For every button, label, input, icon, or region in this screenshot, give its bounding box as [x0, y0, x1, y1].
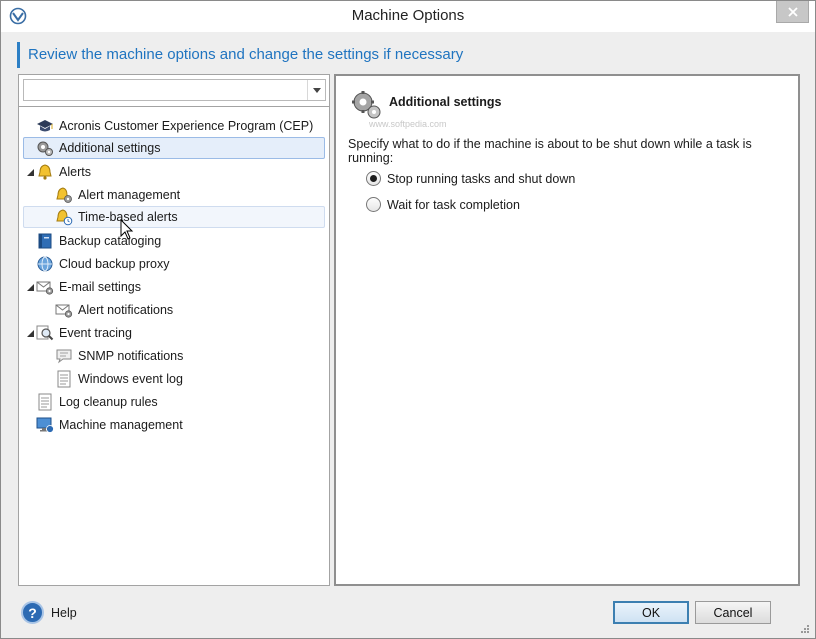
tree-item-alerts[interactable]: Alerts — [36, 161, 91, 183]
chevron-down-icon — [312, 87, 321, 93]
tree-item-cep[interactable]: Acronis Customer Experience Program (CEP… — [36, 115, 313, 137]
resize-grip-icon[interactable] — [799, 623, 809, 633]
tree-item-label: Windows event log — [78, 372, 183, 386]
detail-description: Specify what to do if the machine is abo… — [348, 137, 752, 165]
graduation-cap-icon — [37, 120, 53, 132]
detail-title: Additional settings — [389, 95, 502, 109]
filter-combobox[interactable] — [23, 79, 326, 101]
gears-icon — [352, 91, 381, 119]
tree-item-label: Backup cataloging — [59, 234, 162, 248]
tree-item-label: SNMP notifications — [78, 349, 184, 363]
gears-icon — [37, 141, 53, 156]
machine-options-window: Machine Options Review the machine optio… — [0, 0, 816, 639]
magnifier-icon — [36, 325, 54, 341]
mouse-cursor-icon — [120, 219, 134, 240]
radio-button-unchecked[interactable] — [366, 197, 381, 212]
option-stop-tasks[interactable]: Stop running tasks and shut down — [366, 171, 575, 186]
expand-toggle-email-settings[interactable] — [25, 282, 35, 292]
tree-item-alert-management[interactable]: Alert management — [55, 184, 180, 206]
help-link[interactable]: ? Help — [21, 601, 77, 624]
tree-item-backup-cataloging[interactable]: Backup cataloging — [36, 230, 161, 252]
expand-toggle-event-tracing[interactable] — [25, 328, 35, 338]
tree-item-label: Alert management — [78, 188, 181, 202]
ok-button[interactable]: OK — [613, 601, 689, 624]
tree-item-additional-settings[interactable]: Additional settings — [23, 137, 325, 159]
page-title: Review the machine options and change th… — [28, 46, 464, 63]
tree-item-windows-event-log[interactable]: Windows event log — [55, 368, 183, 390]
monitor-icon — [36, 417, 54, 433]
help-icon: ? — [21, 601, 44, 624]
bell-icon — [38, 164, 52, 180]
option-label: Stop running tasks and shut down — [387, 171, 576, 186]
tree-item-label: Event tracing — [59, 326, 132, 340]
options-tree-pane: Acronis Customer Experience Program (CEP… — [18, 74, 330, 586]
option-wait-completion[interactable]: Wait for task completion — [366, 197, 520, 212]
page-header: Review the machine options and change th… — [17, 42, 801, 68]
radio-button-checked[interactable] — [366, 171, 381, 186]
tree-item-machine-management[interactable]: Machine management — [36, 414, 183, 436]
window-title: Machine Options — [351, 7, 465, 24]
catalog-book-icon — [38, 233, 52, 249]
tree-item-label: Cloud backup proxy — [59, 257, 170, 271]
tree-item-label: Acronis Customer Experience Program (CEP… — [59, 119, 314, 133]
log-page-icon — [38, 393, 52, 411]
globe-icon — [37, 256, 53, 272]
tree-item-label: Additional settings — [59, 141, 161, 155]
help-label: Help — [51, 605, 77, 620]
tree-item-log-cleanup-rules[interactable]: Log cleanup rules — [36, 391, 158, 413]
tree-item-label: E-mail settings — [59, 280, 141, 294]
watermark: www.softpedia.com — [369, 119, 447, 129]
log-page-icon — [57, 370, 71, 388]
tree-item-event-tracing[interactable]: Event tracing — [36, 322, 132, 344]
bell-gear-icon — [56, 187, 72, 203]
tree-item-alert-notifications[interactable]: Alert notifications — [55, 299, 173, 321]
triangle-expanded-icon — [26, 168, 34, 176]
tree-item-label: Alert notifications — [78, 303, 174, 317]
speech-bubble-icon — [56, 349, 72, 364]
tree-item-cloud-backup-proxy[interactable]: Cloud backup proxy — [36, 253, 169, 275]
pane-divider — [19, 106, 329, 107]
tree-item-time-based-alerts[interactable]: Time-based alerts — [23, 206, 325, 228]
settings-detail-pane: Additional settings www.softpedia.com Sp… — [334, 74, 800, 586]
dropdown-arrow[interactable] — [307, 80, 325, 100]
envelope-gear-icon — [36, 281, 54, 295]
tree-item-label: Machine management — [59, 418, 183, 432]
tree-item-snmp-notifications[interactable]: SNMP notifications — [55, 345, 183, 367]
close-button[interactable] — [776, 1, 809, 23]
expand-toggle-alerts[interactable] — [25, 167, 35, 177]
option-label: Wait for task completion — [387, 197, 520, 212]
tree-item-email-settings[interactable]: E-mail settings — [36, 276, 141, 298]
tree-item-label: Log cleanup rules — [59, 395, 158, 409]
cancel-button[interactable]: Cancel — [695, 601, 771, 624]
tree-item-label: Alerts — [59, 165, 91, 179]
envelope-gear-icon — [55, 304, 73, 318]
triangle-expanded-icon — [26, 329, 34, 337]
bell-clock-icon — [56, 209, 73, 226]
close-icon — [787, 6, 798, 17]
triangle-expanded-icon — [26, 283, 34, 291]
title-bar[interactable]: Machine Options — [1, 1, 815, 32]
